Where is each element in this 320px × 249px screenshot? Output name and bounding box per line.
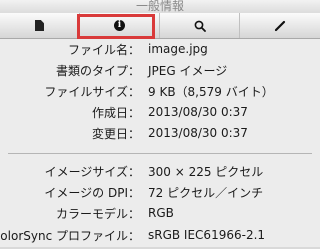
title-bar: 一般情報 <box>0 0 320 13</box>
info-label: ファイル名： <box>67 42 140 57</box>
search-icon <box>194 20 206 32</box>
info-icon: i <box>114 20 125 31</box>
info-label: ColorSync プロファイル： <box>0 228 140 243</box>
info-label: ファイルサイズ： <box>44 84 140 99</box>
info-row-filesize: ファイルサイズ： 9 KB（8,579 バイト） <box>0 82 320 100</box>
info-row-created: 作成日： 2013/08/30 0:37 <box>0 103 320 121</box>
info-row-color-model: カラーモデル： RGB <box>0 204 320 222</box>
info-label: 作成日： <box>91 105 140 120</box>
info-value: RGB <box>148 206 174 220</box>
info-value: JPEG イメージ <box>148 63 228 78</box>
pen-icon <box>274 20 286 31</box>
info-label: イメージの DPI： <box>44 185 140 200</box>
info-row-dpi: イメージの DPI： 72 ピクセル／インチ <box>0 183 320 201</box>
info-value: 72 ピクセル／インチ <box>148 185 264 200</box>
section-divider <box>8 153 312 154</box>
tab-inspector[interactable] <box>160 13 240 38</box>
tab-annotation[interactable] <box>240 13 320 38</box>
info-row-image-size: イメージサイズ： 300 × 225 ピクセル <box>0 162 320 180</box>
info-label: イメージサイズ： <box>44 164 140 179</box>
info-row-modified: 変更日： 2013/08/30 0:37 <box>0 124 320 142</box>
info-value: 300 × 225 ピクセル <box>148 164 264 179</box>
info-value: 2013/08/30 0:37 <box>148 105 248 119</box>
info-label: 変更日： <box>91 126 140 141</box>
inspector-toolbar: i <box>0 13 320 39</box>
info-value: sRGB IEC61966-2.1 <box>148 228 266 242</box>
document-icon <box>35 20 44 31</box>
info-label: カラーモデル： <box>55 206 140 221</box>
info-row-colorsync: ColorSync プロファイル： sRGB IEC61966-2.1 <box>0 226 320 244</box>
info-row-filename: ファイル名： image.jpg <box>0 40 320 58</box>
info-value: 9 KB（8,579 バイト） <box>148 84 274 99</box>
info-value: image.jpg <box>148 42 208 56</box>
info-row-doctype: 書類のタイプ： JPEG イメージ <box>0 61 320 79</box>
info-label: 書類のタイプ： <box>55 63 140 78</box>
window-title: 一般情報 <box>135 0 184 13</box>
tab-info[interactable]: i <box>80 13 160 38</box>
info-value: 2013/08/30 0:37 <box>148 126 248 140</box>
tab-general[interactable] <box>0 13 80 38</box>
